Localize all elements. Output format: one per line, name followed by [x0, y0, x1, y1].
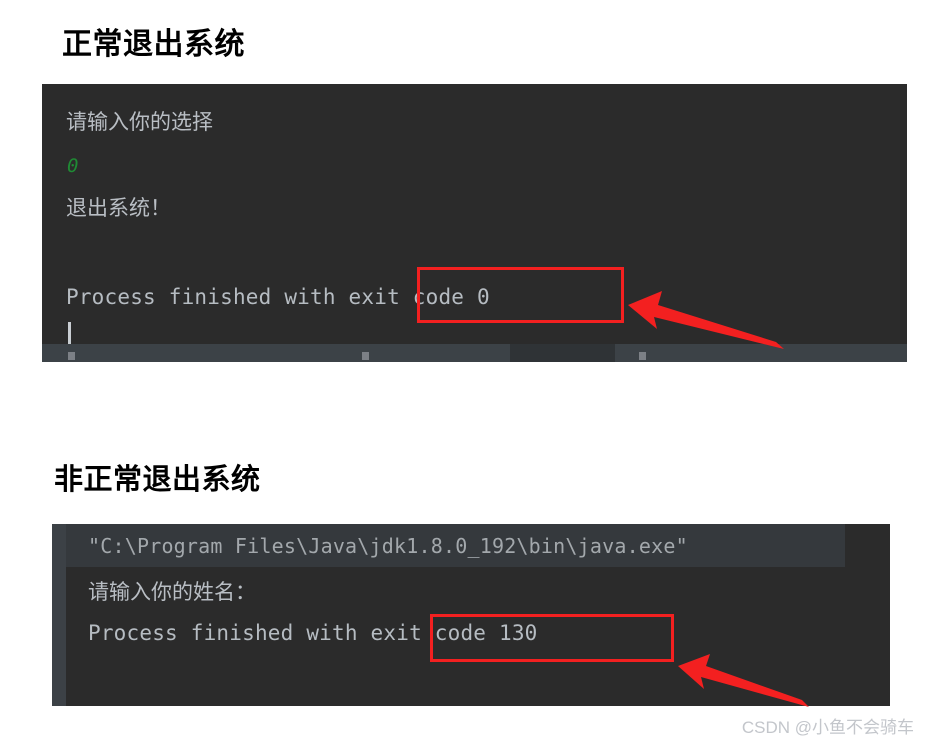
console-line-user-input-0: 0 [67, 155, 79, 177]
console-line-java-command: "C:\Program Files\Java\jdk1.8.0_192\bin\… [88, 534, 688, 558]
console-line-prompt-choice: 请输入你的选择 [66, 110, 213, 134]
toolbar-icon-1[interactable] [68, 352, 75, 360]
annotation-box-exit-code-0 [417, 267, 624, 323]
toolbar-active-segment[interactable] [510, 344, 615, 362]
annotation-arrow-to-exit-code-0 [628, 291, 784, 349]
console-left-gutter [52, 524, 66, 706]
annotation-box-exit-code-130 [430, 614, 674, 662]
toolbar-icon-2[interactable] [362, 352, 369, 360]
csdn-watermark: CSDN @小鱼不会骑车 [741, 718, 914, 737]
clipped-scrollback-text: ┄ ┄ ┄ [662, 84, 713, 87]
clipped-scrollback-line: ┄ ┄ ┄ [42, 84, 907, 87]
console-line-prompt-name: 请输入你的姓名： [88, 580, 256, 604]
page-title-abnormal-exit: 非正常退出系统 [54, 464, 261, 496]
annotation-arrow-to-exit-code-130 [678, 654, 809, 707]
console-line-exit-system-message: 退出系统！ [66, 196, 171, 220]
page-title-normal-exit: 正常退出系统 [62, 28, 245, 61]
